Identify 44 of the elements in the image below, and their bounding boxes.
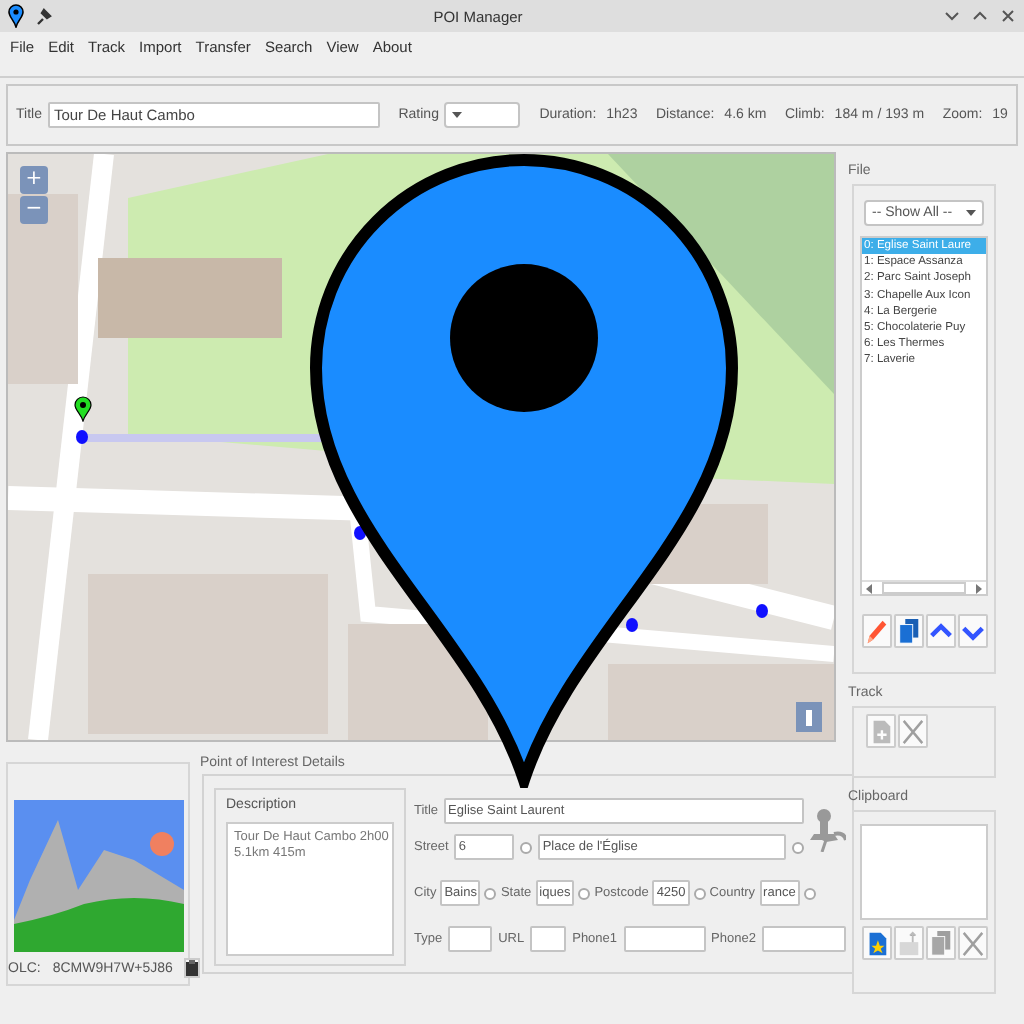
pin-logo-icon (8, 4, 24, 28)
scrollbar[interactable] (862, 580, 986, 594)
scroll-right-icon (976, 583, 982, 593)
copy-icon (927, 929, 953, 957)
paste-button[interactable] (861, 926, 891, 960)
minimize-button[interactable] (944, 8, 960, 24)
waypoint-marker (626, 618, 638, 632)
radio-button[interactable] (803, 887, 816, 899)
text-field[interactable] (530, 926, 567, 952)
pushpin-icon (809, 807, 846, 851)
close-icon (959, 929, 985, 957)
maximize-button[interactable] (972, 8, 988, 24)
rating-dropdown[interactable] (444, 102, 521, 128)
move-down-button[interactable] (957, 614, 987, 648)
copy-button[interactable] (893, 614, 923, 648)
upload-icon (895, 929, 921, 957)
close-icon (900, 717, 926, 745)
caret-icon (452, 112, 463, 118)
waypoint-marker (76, 430, 88, 444)
move-up-button[interactable] (925, 614, 955, 648)
radio-button[interactable] (520, 841, 533, 853)
radio-button[interactable] (791, 841, 804, 853)
radio-button[interactable] (484, 887, 497, 899)
waypoint-marker (756, 604, 768, 618)
copy-icon (895, 617, 921, 645)
add-document-icon (868, 717, 894, 745)
caret-icon (966, 210, 976, 216)
text-field[interactable] (623, 926, 706, 952)
text-field[interactable] (448, 926, 493, 952)
location-pin-icon (304, 148, 744, 788)
pencil-icon (863, 617, 889, 645)
copy-code-button[interactable] (184, 958, 201, 978)
radio-button[interactable] (578, 887, 591, 899)
scroll-thumb[interactable] (882, 582, 966, 594)
close-button[interactable] (1000, 8, 1016, 24)
scroll-left-icon (866, 583, 872, 593)
text-field[interactable] (761, 926, 846, 952)
info-button[interactable] (796, 702, 822, 732)
location-marker (74, 396, 92, 422)
radio-button[interactable] (693, 887, 706, 899)
edit-button[interactable] (861, 614, 891, 648)
clipboard-list[interactable] (860, 824, 988, 920)
clipboard-icon (186, 960, 199, 976)
pushpin-icon[interactable] (34, 7, 52, 25)
